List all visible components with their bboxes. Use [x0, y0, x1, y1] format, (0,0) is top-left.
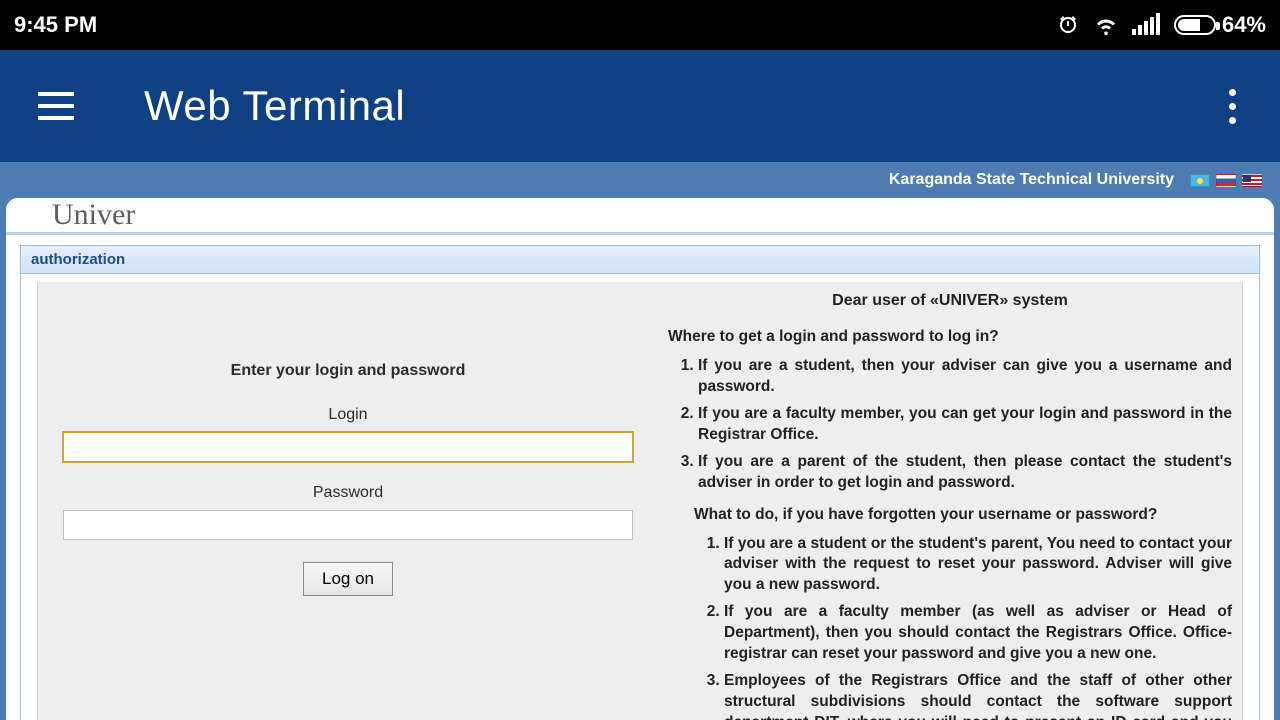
- list-item: If you are a student or the student's pa…: [724, 534, 1232, 597]
- list-item: If you are a parent of the student, then…: [698, 452, 1232, 494]
- flag-us-icon[interactable]: [1242, 174, 1262, 187]
- auth-panel: authorization Enter your login and passw…: [20, 245, 1260, 720]
- info-list-1: If you are a student, then your adviser …: [668, 356, 1232, 494]
- battery-icon: [1174, 15, 1216, 35]
- status-time: 9:45 PM: [14, 12, 97, 38]
- alarm-icon: [1056, 13, 1080, 37]
- logon-button[interactable]: Log on: [303, 562, 393, 596]
- battery-indicator: 64%: [1174, 12, 1266, 38]
- content-card: Univer authorization Enter your login an…: [6, 198, 1274, 720]
- university-bar: Karaganda State Technical University: [0, 162, 1280, 198]
- info-greeting: Dear user of «UNIVER» system: [668, 292, 1232, 310]
- login-form: Enter your login and password Login Pass…: [38, 282, 658, 720]
- list-item: Employees of the Registrars Office and t…: [724, 671, 1232, 720]
- login-label: Login: [54, 406, 642, 424]
- brand-subbar: [6, 234, 1274, 235]
- app-bar: Web Terminal: [0, 50, 1280, 162]
- list-item: If you are a faculty member, you can get…: [698, 404, 1232, 446]
- app-title: Web Terminal: [144, 82, 405, 130]
- password-label: Password: [54, 484, 642, 502]
- panel-title: authorization: [20, 245, 1260, 274]
- flag-kz-icon[interactable]: [1190, 174, 1210, 187]
- android-status-bar: 9:45 PM 64%: [0, 0, 1280, 50]
- menu-icon[interactable]: [38, 92, 74, 120]
- language-flags: [1190, 174, 1262, 187]
- status-icons: 64%: [1056, 12, 1266, 38]
- login-prompt: Enter your login and password: [54, 362, 642, 380]
- info-question-2: What to do, if you have forgotten your u…: [694, 506, 1232, 524]
- info-column: Dear user of «UNIVER» system Where to ge…: [658, 282, 1242, 720]
- cell-signal-icon: [1132, 15, 1160, 35]
- university-name: Karaganda State Technical University: [889, 171, 1174, 189]
- info-list-2: If you are a student or the student's pa…: [668, 534, 1232, 720]
- password-input[interactable]: [63, 510, 633, 540]
- list-item: If you are a student, then your adviser …: [698, 356, 1232, 398]
- page-body: Karaganda State Technical University Uni…: [0, 162, 1280, 720]
- flag-ru-icon[interactable]: [1216, 174, 1236, 187]
- battery-percent: 64%: [1222, 12, 1266, 38]
- list-item: If you are a faculty member (as well as …: [724, 602, 1232, 665]
- login-input[interactable]: [63, 432, 633, 462]
- brand-header: Univer: [6, 198, 1274, 234]
- wifi-icon: [1094, 13, 1118, 37]
- info-question-1: Where to get a login and password to log…: [668, 328, 1232, 346]
- overflow-menu-icon[interactable]: [1225, 85, 1240, 128]
